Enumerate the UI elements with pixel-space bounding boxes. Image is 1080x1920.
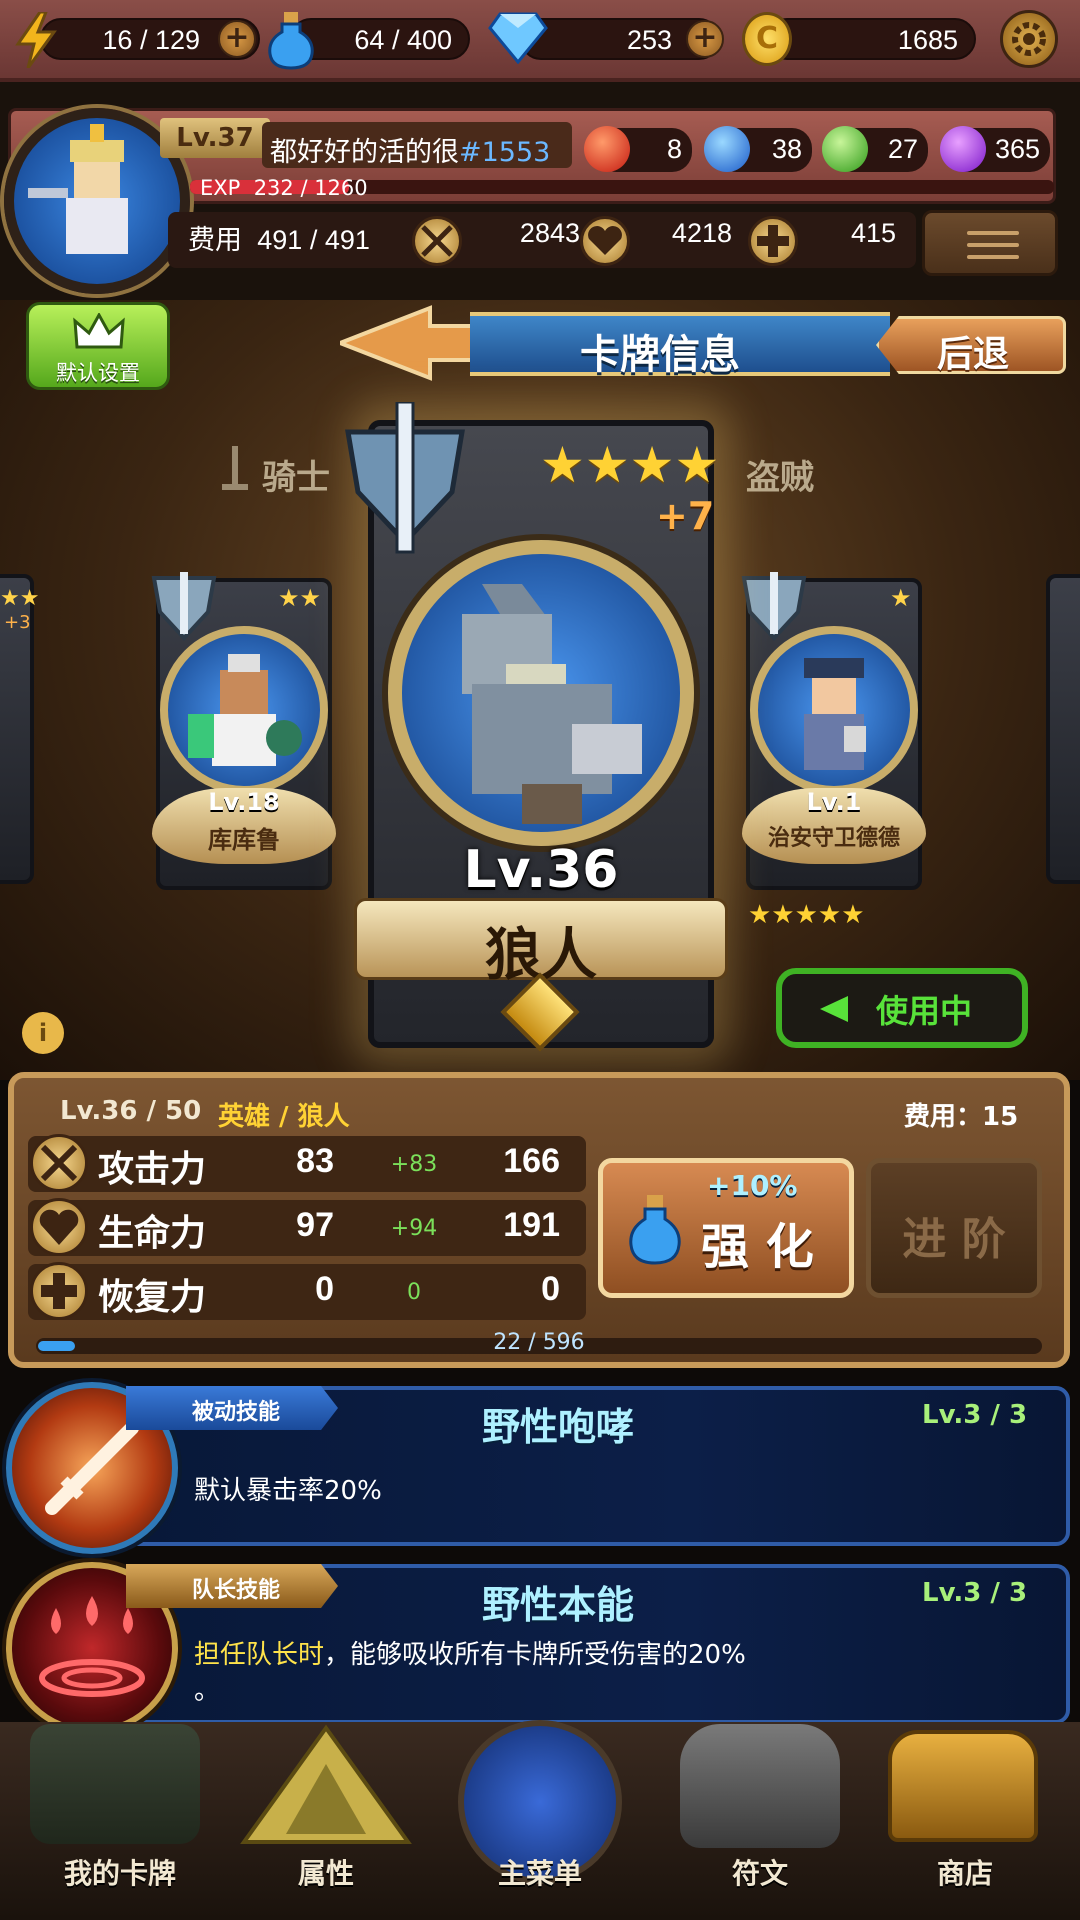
cost-stat: 费用 491 / 491 (188, 225, 370, 255)
attack-stat: 2843 (519, 218, 580, 248)
attack-base: 83 (296, 1142, 334, 1180)
right-card-stars: ★ (890, 584, 912, 612)
card-cost: 费用：15 (904, 1102, 1019, 1132)
nav-attributes[interactable]: 属性 (236, 1852, 416, 1892)
my-cards-icon[interactable] (30, 1724, 200, 1844)
far-left-card-stars: ★★ (0, 586, 40, 611)
enhance-bonus: +10% (707, 1169, 798, 1202)
fire-orb-icon (584, 126, 630, 172)
leader-skill-name: 野性本能 (482, 1583, 635, 1627)
right-card-portrait (750, 626, 918, 794)
gold-counter: 1685 (766, 18, 976, 60)
info-icon[interactable]: i (22, 1012, 64, 1054)
tab-knight[interactable]: 骑士 (262, 450, 330, 499)
attack-sword-icon (30, 1134, 88, 1192)
leader-skill-level: Lv.3 / 3 (922, 1578, 1028, 1608)
recovery-base: 0 (315, 1270, 334, 1308)
cross-icon (748, 216, 798, 266)
potion-icon (268, 10, 314, 70)
main-card-portrait (388, 540, 694, 846)
potion-counter: 64 / 400 (290, 18, 470, 60)
hp-total: 191 (503, 1206, 560, 1244)
player-level: Lv.37 (160, 118, 270, 158)
water-orb-icon (704, 126, 750, 172)
card-type: 英雄 / 狼人 (218, 1102, 350, 1132)
passive-skill-level: Lv.3 / 3 (922, 1400, 1028, 1430)
enhance-potion-icon (629, 1195, 681, 1265)
coin-icon: C (742, 12, 792, 66)
sword-icon (412, 216, 462, 266)
attack-label: 攻击力 (98, 1149, 207, 1190)
attack-bonus: +83 (390, 1152, 438, 1177)
in-use-badge[interactable]: 使用中 (776, 968, 1028, 1048)
treasure-chest-icon[interactable] (888, 1730, 1038, 1842)
left-card-name: 库库鲁 (208, 826, 280, 854)
nav-shop[interactable]: 商店 (870, 1852, 1060, 1892)
enhance-button[interactable]: +10% 强 化 (598, 1158, 854, 1298)
back-button[interactable]: 后退 (876, 316, 1066, 374)
hamburger-menu-button[interactable] (922, 210, 1058, 276)
default-settings-button[interactable]: 默认设置 (26, 302, 170, 390)
main-card-plus: +7 (656, 494, 715, 538)
attribute-triangle-icon[interactable] (236, 1724, 416, 1848)
crown-icon (73, 313, 125, 349)
leader-skill-tag-label: 队长技能 (192, 1578, 281, 1603)
rune-stone-icon[interactable] (680, 1724, 840, 1848)
recovery-cross-icon (30, 1262, 88, 1320)
nav-main-menu[interactable]: 主菜单 (450, 1852, 630, 1892)
hp-stat: 4218 (671, 218, 732, 248)
nav-my-cards[interactable]: 我的卡牌 (20, 1852, 220, 1892)
recovery-bonus: 0 (407, 1280, 421, 1305)
leader-skill-desc-highlight: 担任队长时 (194, 1640, 325, 1670)
page-title: 卡牌信息 (580, 332, 740, 378)
left-card-stars: ★★ (278, 584, 322, 612)
advance-button[interactable]: 进 阶 (866, 1158, 1042, 1298)
right-card-name: 治安守卫德德 (767, 826, 900, 851)
play-left-icon (820, 996, 848, 1022)
heart-icon (580, 216, 630, 266)
far-left-card-plus: +3 (4, 612, 31, 633)
right-card-level: Lv.1 (806, 788, 862, 816)
main-card-shield-icon (340, 400, 470, 562)
leader-skill-desc-line2: 。 (194, 1676, 221, 1706)
main-card-stars: ★★★★ (540, 436, 720, 494)
recovery-stat: 415 (850, 218, 896, 248)
passive-skill-tag-label: 被动技能 (192, 1400, 281, 1425)
energy-add-button[interactable]: + (218, 20, 256, 58)
hp-heart-icon (30, 1198, 88, 1256)
nav-runes[interactable]: 符文 (670, 1852, 850, 1892)
behind-card-stars: ★★★★★ (748, 900, 865, 930)
leader-skill-desc-text: ，能够吸收所有卡牌所受伤害的20% (324, 1640, 746, 1670)
attack-total: 166 (503, 1142, 560, 1180)
far-right-card[interactable] (1046, 574, 1080, 884)
enhance-label: 强 化 (701, 1219, 814, 1275)
card-level-progress: Lv.36 / 50 (60, 1096, 202, 1126)
leaf-orb-icon (822, 126, 868, 172)
hp-label: 生命力 (98, 1213, 207, 1254)
passive-skill-name: 野性咆哮 (482, 1405, 635, 1449)
exp-text: EXP 232 / 1260 (200, 176, 368, 200)
dark-orb-icon (940, 126, 986, 172)
passive-skill-desc: 默认暴击率20% (194, 1476, 382, 1506)
advance-label: 进 阶 (902, 1214, 1006, 1265)
player-name: 都好好的活的很 (270, 137, 459, 168)
recovery-total: 0 (541, 1270, 560, 1308)
leader-skill-desc: 担任队长时，能够吸收所有卡牌所受伤害的20% (194, 1634, 746, 1671)
tab-thief[interactable]: 盗贼 (746, 450, 814, 499)
player-id: #1553 (459, 137, 551, 168)
hp-base: 97 (296, 1206, 334, 1244)
left-card-portrait (160, 626, 328, 794)
title-banner: 卡牌信息 (470, 312, 890, 378)
lightning-icon (14, 10, 58, 69)
main-card-level: Lv.36 (463, 840, 619, 900)
gear-icon[interactable] (1000, 10, 1058, 68)
enhance-progress-text: 22 / 596 (493, 1330, 585, 1355)
player-name-box: 都好好的活的很#1553 (262, 122, 572, 168)
gem-add-button[interactable]: + (686, 20, 724, 58)
recovery-label: 恢复力 (98, 1277, 207, 1318)
left-card-level: Lv.18 (208, 788, 280, 816)
diamond-icon (488, 12, 548, 65)
hp-bonus: +94 (390, 1216, 438, 1241)
